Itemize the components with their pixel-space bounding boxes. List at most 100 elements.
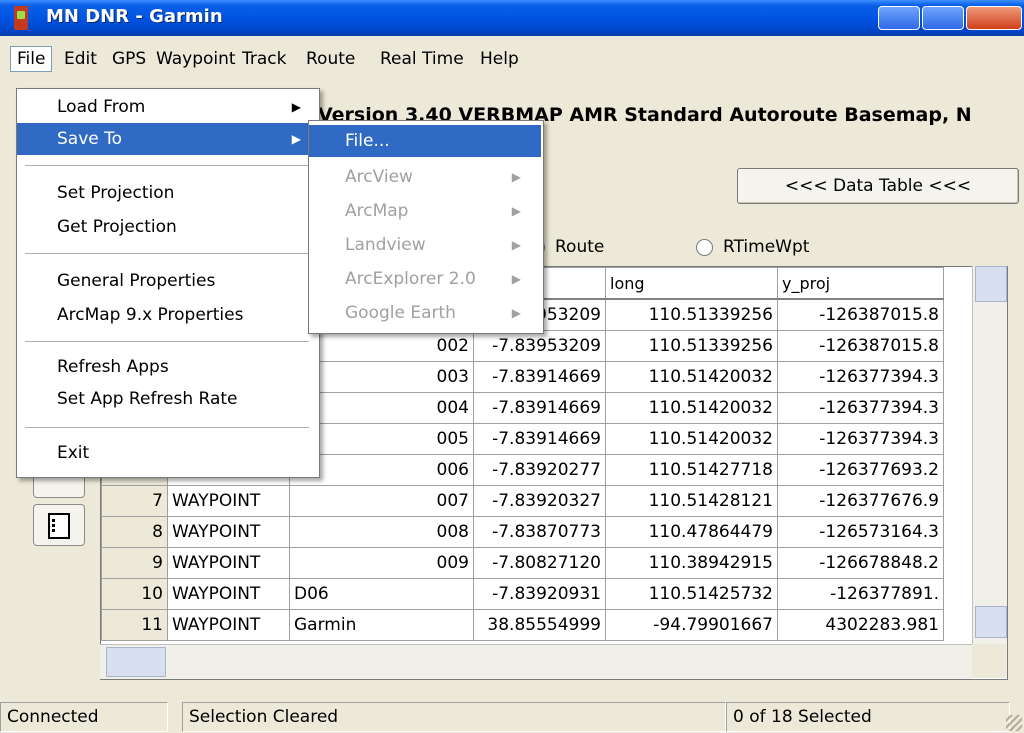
horizontal-scroll-thumb[interactable]	[106, 647, 166, 677]
minimize-button[interactable]	[878, 6, 920, 30]
menu-item-refresh-apps[interactable]: Refresh Apps	[17, 351, 317, 383]
status-connection: Connected	[0, 702, 168, 732]
menu-separator	[25, 341, 309, 342]
close-button[interactable]	[966, 6, 1022, 30]
header-cell-long[interactable]: long	[605, 267, 778, 300]
submenu-arrow-icon: ▶	[511, 306, 521, 320]
submenu-arrow-icon: ▶	[511, 238, 521, 252]
cell-long: 110.51420032	[605, 361, 778, 393]
table-row[interactable]: 10 WAYPOINT D06 -7.83920931 110.51425732 -126…	[101, 578, 944, 610]
scroll-up-button[interactable]	[975, 266, 1007, 302]
cell-long: 110.38942915	[605, 547, 778, 579]
menu-item-label: Get Projection	[57, 217, 177, 237]
submenu-item-landview: Landview ▶	[309, 229, 541, 261]
window-title: MN DNR - Garmin	[46, 6, 223, 27]
table-row[interactable]: 8 WAYPOINT 008 -7.83870773 110.47864479 -1265…	[101, 516, 944, 548]
cell-lat: 38.85554999	[473, 609, 606, 641]
data-table-button[interactable]: <<< Data Table <<<	[737, 168, 1019, 204]
cell-y-proj: -126377676.9	[777, 485, 944, 517]
cell-y-proj: 4302283.981	[777, 609, 944, 641]
submenu-arrow-icon: ▶	[291, 132, 301, 146]
menu-item-label: Set App Refresh Rate	[57, 389, 238, 409]
menu-route[interactable]: Route	[300, 46, 361, 72]
table-row[interactable]: 7 WAYPOINT 007 -7.83920327 110.51428121 -1263…	[101, 485, 944, 517]
menu-item-set-projection[interactable]: Set Projection	[17, 177, 317, 209]
submenu-item-arcexplorer: ArcExplorer 2.0 ▶	[309, 263, 541, 295]
menu-track[interactable]: Track	[236, 46, 292, 72]
submenu-arrow-icon: ▶	[511, 272, 521, 286]
menu-separator	[25, 253, 309, 254]
cell-lat: -7.80827120	[473, 547, 606, 579]
save-to-submenu: File... ArcView ▶ ArcMap ▶ Landview ▶ ArcEx…	[308, 120, 544, 334]
menu-item-label: ArcMap 9.x Properties	[57, 305, 244, 325]
row-number: 7	[101, 485, 168, 517]
cell-long: -94.79901667	[605, 609, 778, 641]
submenu-item-google-earth: Google Earth ▶	[309, 297, 541, 329]
cell-type: WAYPOINT	[167, 578, 290, 610]
title-bar[interactable]: MN DNR - Garmin	[0, 0, 1024, 36]
list-tool-button[interactable]	[33, 504, 85, 546]
cell-type: WAYPOINT	[167, 516, 290, 548]
cell-lat: -7.83920931	[473, 578, 606, 610]
menu-file[interactable]: File	[10, 46, 53, 72]
status-selected-count: 0 of 18 Selected	[726, 702, 1010, 732]
menu-help[interactable]: Help	[474, 46, 525, 72]
menu-item-set-app-refresh-rate[interactable]: Set App Refresh Rate	[17, 383, 317, 415]
table-row[interactable]: 11 WAYPOINT Garmin 38.85554999 -94.79901667 4…	[101, 609, 944, 641]
scroll-corner	[972, 644, 1006, 678]
status-selection: Selection Cleared	[182, 702, 726, 732]
menu-item-label: File...	[345, 131, 390, 151]
menu-bar: File Edit GPS Waypoint Track Route Real …	[0, 44, 1024, 74]
resize-grip[interactable]	[1006, 715, 1022, 731]
menu-item-label: Exit	[57, 443, 90, 463]
radio-icon	[696, 238, 713, 256]
header-cell-y-proj[interactable]: y_proj	[777, 267, 944, 300]
vertical-scrollbar[interactable]	[972, 266, 1007, 678]
cell-y-proj: -126678848.2	[777, 547, 944, 579]
menu-item-label: Google Earth	[345, 303, 456, 323]
cell-long: 110.51425732	[605, 578, 778, 610]
submenu-item-arcmap: ArcMap ▶	[309, 195, 541, 227]
cell-type: WAYPOINT	[167, 609, 290, 641]
radio-rtimewpt[interactable]: RTimeWpt	[696, 234, 809, 260]
row-number: 9	[101, 547, 168, 579]
menu-item-save-to[interactable]: Save To ▶	[17, 123, 317, 155]
status-bar: Connected Selection Cleared 0 of 18 Sele…	[0, 700, 1024, 733]
cell-ident: 007	[289, 485, 474, 517]
cell-long: 110.51428121	[605, 485, 778, 517]
menu-separator	[25, 427, 309, 428]
menu-item-label: ArcExplorer 2.0	[345, 269, 476, 289]
cell-lat: -7.83953209	[473, 330, 606, 362]
cell-lat: -7.83920277	[473, 454, 606, 486]
menu-item-general-properties[interactable]: General Properties	[17, 265, 317, 297]
submenu-arrow-icon: ▶	[511, 170, 521, 184]
file-menu-dropdown: Load From ▶ Save To ▶ Set Projection Get P…	[16, 88, 320, 478]
cell-long: 110.51339256	[605, 330, 778, 362]
table-row[interactable]: 9 WAYPOINT 009 -7.80827120 110.38942915 -1266…	[101, 547, 944, 579]
horizontal-scrollbar[interactable]	[100, 644, 972, 679]
cell-y-proj: -126387015.8	[777, 330, 944, 362]
cell-long: 110.47864479	[605, 516, 778, 548]
submenu-item-file[interactable]: File...	[309, 125, 541, 157]
menu-item-load-from[interactable]: Load From ▶	[17, 91, 317, 123]
menu-item-exit[interactable]: Exit	[17, 437, 317, 469]
cell-type: WAYPOINT	[167, 485, 290, 517]
row-number: 11	[101, 609, 168, 641]
list-icon	[48, 513, 70, 539]
cell-y-proj: -126377394.3	[777, 423, 944, 455]
menu-item-get-projection[interactable]: Get Projection	[17, 211, 317, 243]
cell-ident: 008	[289, 516, 474, 548]
radio-rtimewpt-label: RTimeWpt	[723, 237, 810, 257]
menu-waypoint[interactable]: Waypoint	[150, 46, 242, 72]
cell-type: WAYPOINT	[167, 547, 290, 579]
scroll-down-button[interactable]	[975, 606, 1007, 638]
menu-item-arcmap-properties[interactable]: ArcMap 9.x Properties	[17, 299, 317, 331]
menu-item-label: Load From	[57, 97, 146, 117]
menu-real-time[interactable]: Real Time	[374, 46, 470, 72]
menu-gps[interactable]: GPS	[106, 46, 152, 72]
menu-edit[interactable]: Edit	[58, 46, 103, 72]
cell-lat: -7.83914669	[473, 423, 606, 455]
maximize-button[interactable]	[922, 6, 964, 30]
row-number: 8	[101, 516, 168, 548]
cell-ident: 009	[289, 547, 474, 579]
